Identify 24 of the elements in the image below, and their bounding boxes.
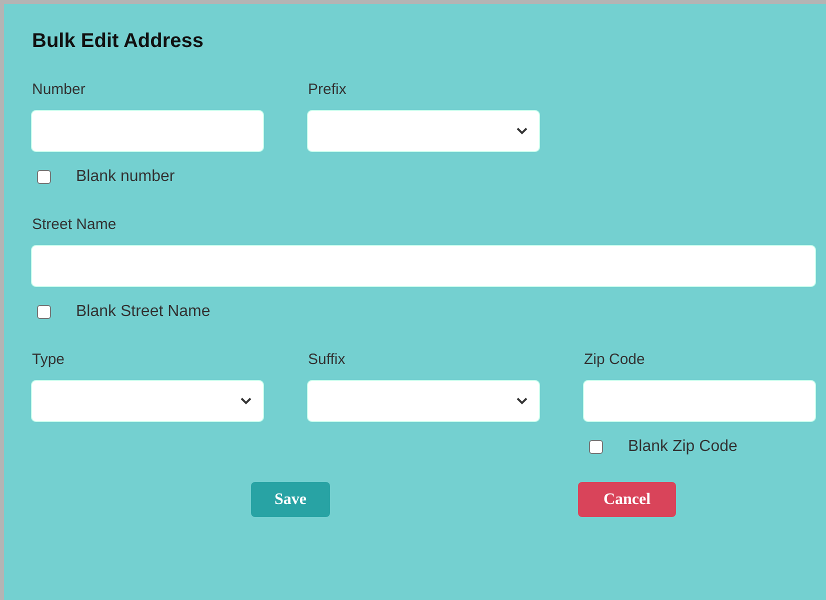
field-label: Prefix: [308, 81, 346, 98]
checkbox-label: Blank Street Name: [76, 303, 210, 321]
dropdown[interactable]: [307, 110, 540, 152]
input-field[interactable]: [31, 245, 816, 287]
checkbox[interactable]: [589, 440, 603, 454]
field-label: Street Name: [32, 216, 116, 233]
checkbox[interactable]: [37, 305, 51, 319]
caret-icon: [516, 397, 528, 405]
checkbox[interactable]: [37, 170, 51, 184]
checkbox-label: Blank Zip Code: [628, 438, 738, 456]
dialog-title: Bulk Edit Address: [32, 30, 205, 53]
save-button[interactable]: Save: [251, 482, 330, 517]
cancel-button[interactable]: Cancel: [578, 482, 676, 517]
field-label: Zip Code: [584, 351, 645, 368]
input-field[interactable]: [31, 110, 264, 152]
caret-icon: [240, 397, 252, 405]
input-field[interactable]: [583, 380, 816, 422]
caret-icon: [516, 127, 528, 135]
checkbox-label: Blank number: [76, 168, 175, 186]
dropdown[interactable]: [31, 380, 264, 422]
field-label: Number: [32, 81, 86, 98]
field-label: Type: [32, 351, 65, 368]
field-label: Suffix: [308, 351, 346, 368]
dropdown[interactable]: [307, 380, 540, 422]
